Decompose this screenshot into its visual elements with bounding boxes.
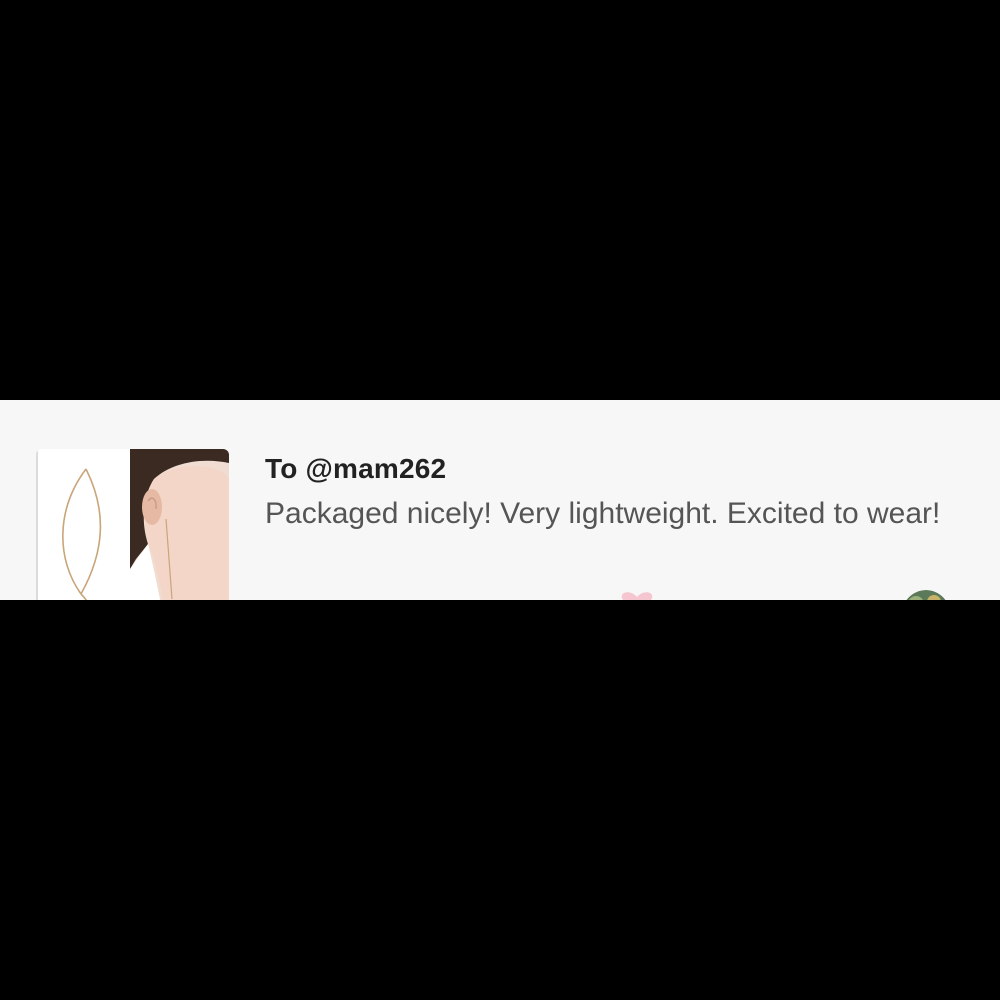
- earring-product-photo-icon: [36, 449, 229, 600]
- review-content: To @mam262 Packaged nicely! Very lightwe…: [265, 450, 965, 535]
- letterbox-top: [0, 0, 1000, 400]
- product-thumbnail[interactable]: [36, 449, 229, 600]
- review-footer: [610, 590, 970, 600]
- review-recipient[interactable]: To @mam262: [265, 450, 965, 488]
- review-text: Packaged nicely! Very lightweight. Excit…: [265, 497, 941, 530]
- avatar-image-icon: [906, 590, 946, 600]
- review-screen: To @mam262 Packaged nicely! Very lightwe…: [0, 400, 1000, 600]
- review-card[interactable]: To @mam262 Packaged nicely! Very lightwe…: [0, 400, 1000, 600]
- heart-icon[interactable]: [618, 592, 656, 600]
- letterbox-bottom: [0, 600, 1000, 1000]
- avatar[interactable]: [902, 590, 950, 600]
